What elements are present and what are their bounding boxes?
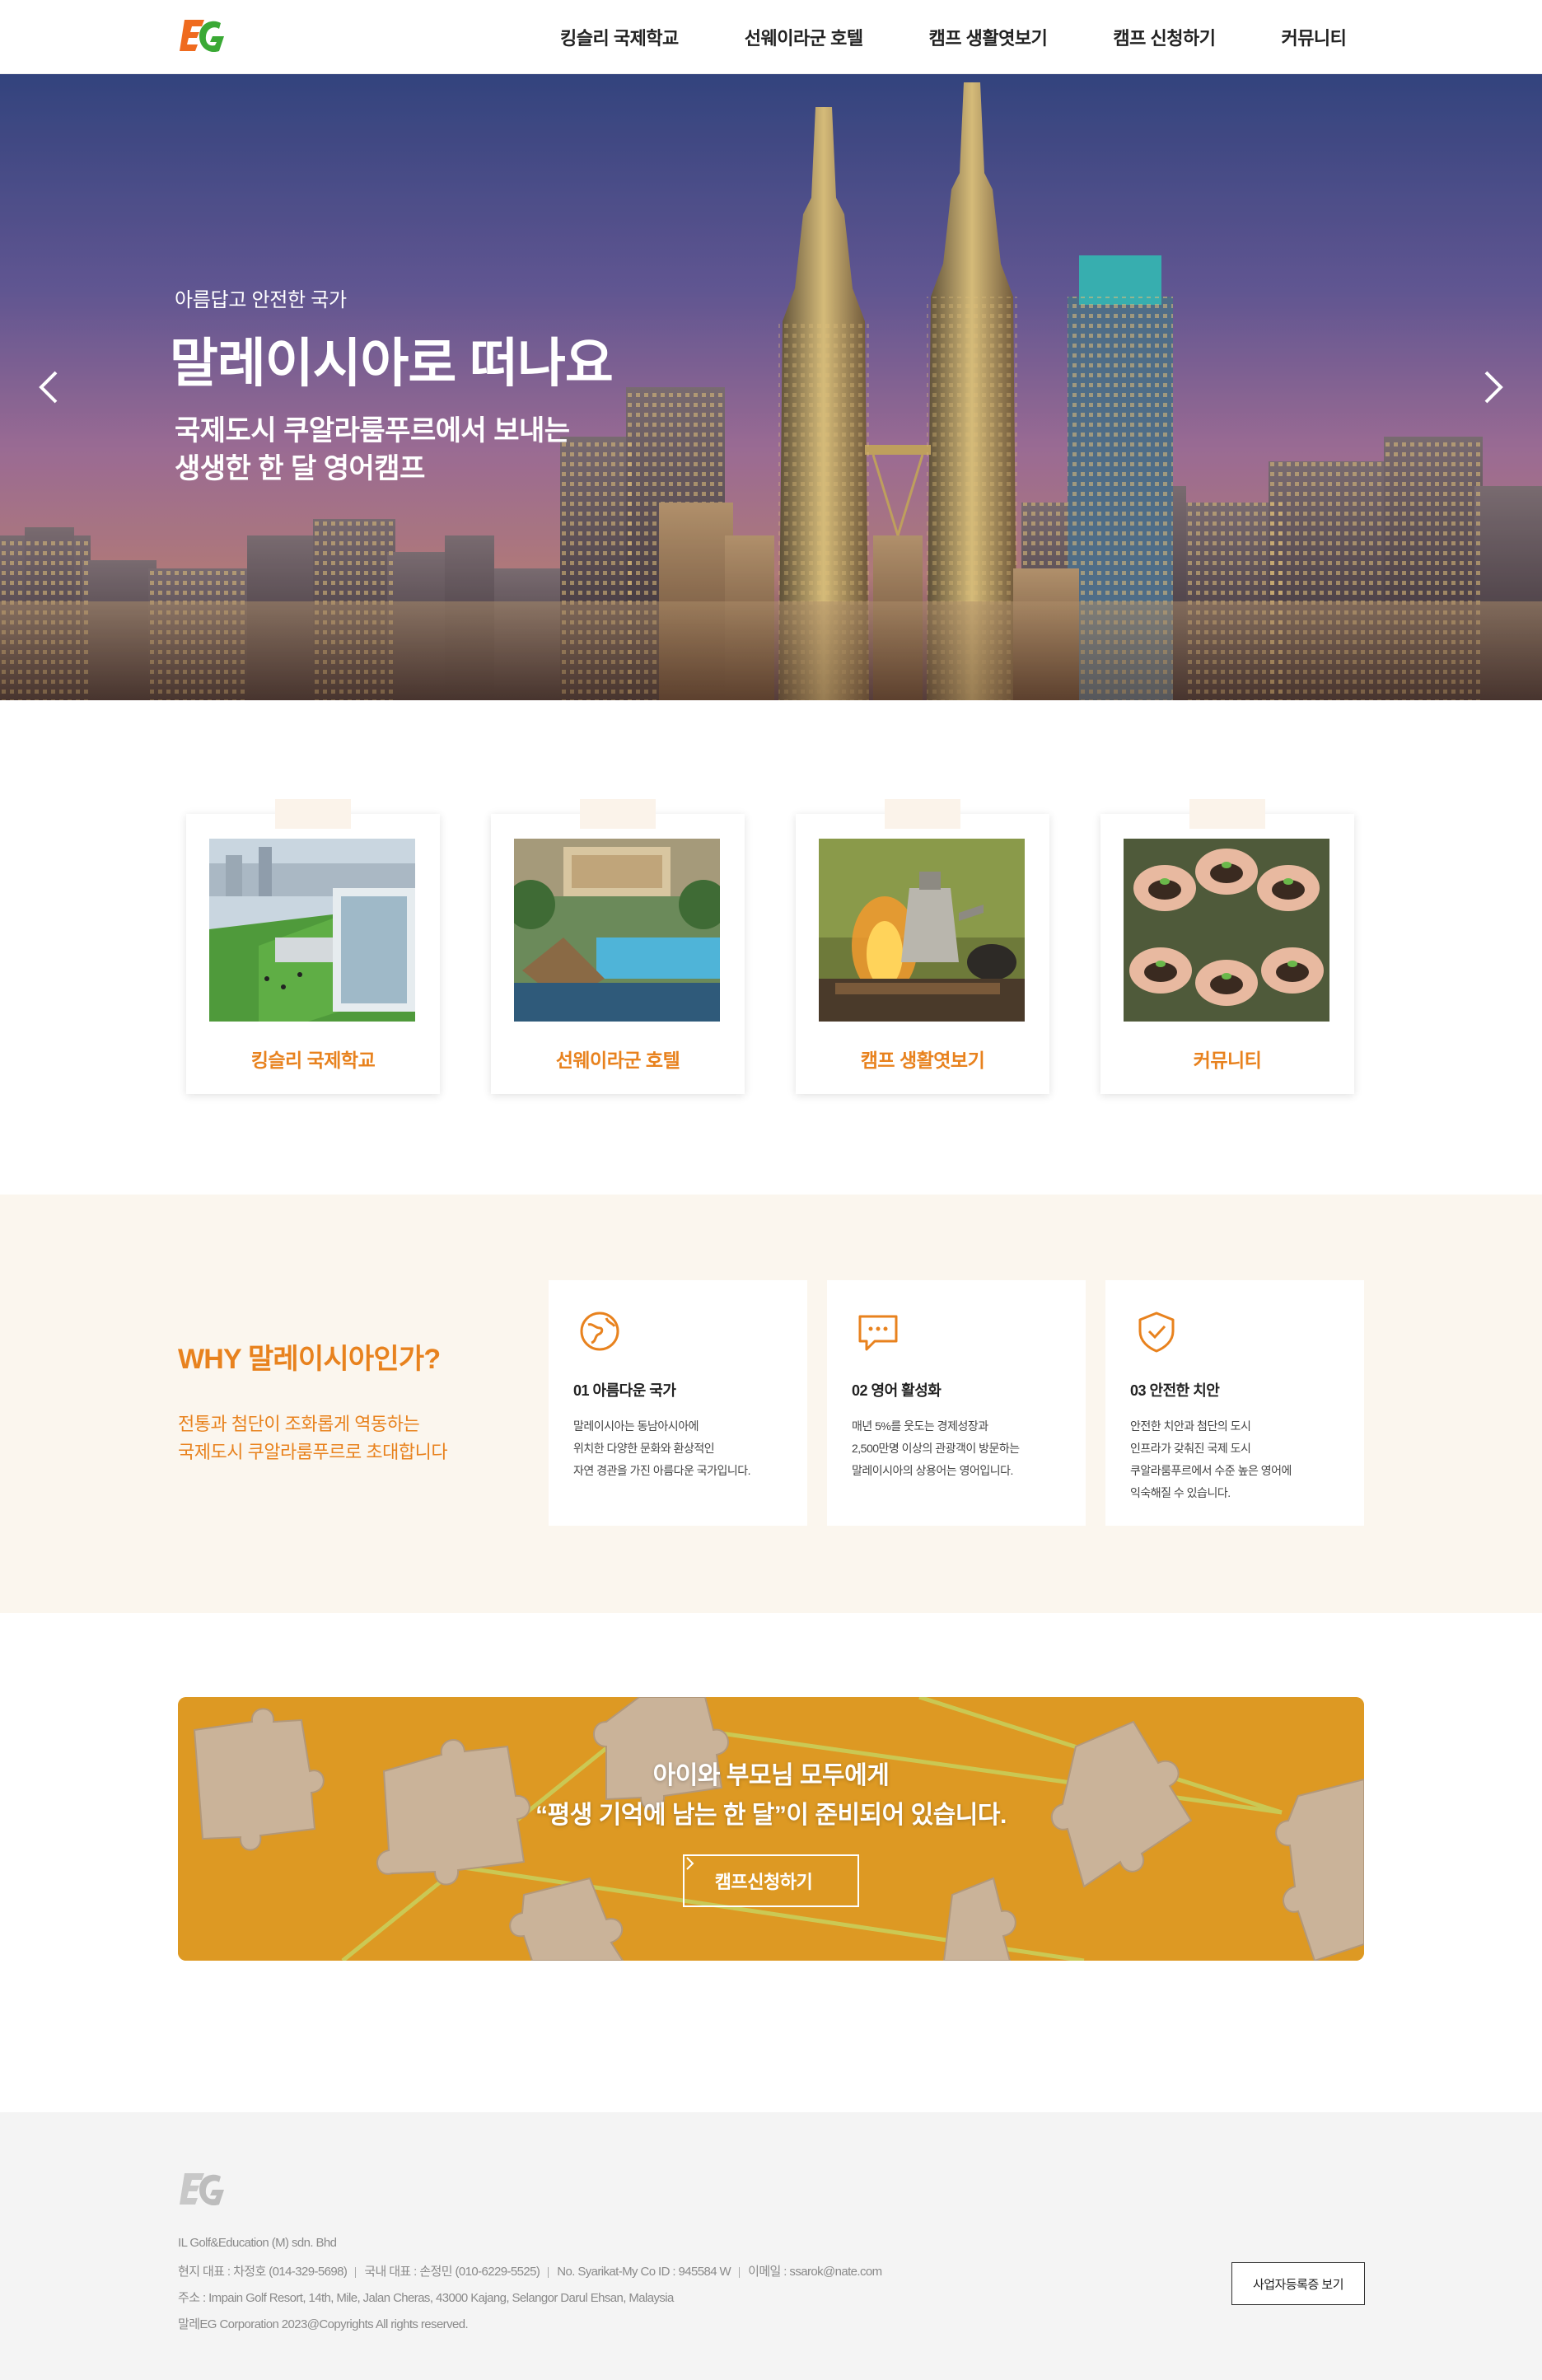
shield-check-icon [1133,1308,1180,1354]
main-nav: 킹슬리 국제학교 선웨이라군 호텔 캠프 생활엿보기 캠프 신청하기 커뮤니티 [527,0,1379,74]
divider [739,2266,741,2278]
lagoon-resort-photo [514,839,720,1022]
hero-prev-button[interactable] [30,362,71,412]
feature-line: 2,500만명 이상의 관광객이 방문하는 [852,1442,1020,1455]
camp-apply-button-label: 캠프신청하기 [714,1872,813,1892]
campfire-kettle-photo [819,839,1025,1022]
feature-title: 03 안전한 치안 [1130,1382,1220,1399]
feature-card-english: 02 영어 활성화 매년 5%를 웃도는 경제성장과 2,500만명 이상의 관… [827,1280,1086,1526]
banner-line-2: “평생 기억에 남는 한 달”이 준비되어 있습니다. [535,1802,1007,1829]
feature-line: 안전한 치안과 첨단의 도시 [1130,1419,1251,1433]
divider [355,2266,357,2278]
nav-item-community[interactable]: 커뮤니티 [1281,24,1346,50]
site-footer: IL Golf&Education (M) sdn. Bhd 현지 대표 : 차… [0,2112,1542,2380]
card-community[interactable]: 커뮤니티 [1100,799,1354,1094]
card-label: 커뮤니티 [1193,1050,1262,1071]
footer-korea-rep: 국내 대표 : 손정민 (010-6229-5525) [364,2265,540,2279]
feature-body: 말레이시아는 동남아시아에 위치한 다양한 문화와 환상적인 자연 경관을 가진… [573,1415,796,1482]
footer-contacts: 현지 대표 : 차정호 (014-329-5698) 국내 대표 : 손정민 (0… [178,2262,882,2279]
nav-item-camp-apply[interactable]: 캠프 신청하기 [1113,24,1216,50]
card-label: 선웨이라군 호텔 [555,1050,680,1071]
site-header: 킹슬리 국제학교 선웨이라군 호텔 캠프 생활엿보기 캠프 신청하기 커뮤니티 [0,0,1542,74]
divider [548,2266,549,2278]
why-description: 전통과 첨단이 조화롭게 역동하는 국제도시 쿠알라룸푸르로 초대합니다 [178,1410,524,1466]
card-camp-life[interactable]: 캠프 생활엿보기 [796,799,1049,1094]
why-desc-line-1: 전통과 첨단이 조화롭게 역동하는 [178,1414,420,1434]
feature-line: 쿠알라룸푸르에서 수준 높은 영어에 [1130,1464,1292,1477]
footer-logo [180,2168,231,2211]
why-heading: WHY 말레이시아인가? [178,1344,441,1375]
tape-decoration [580,799,656,829]
nav-item-kingsley[interactable]: 킹슬리 국제학교 [560,24,679,50]
feature-line: 말레이시아는 동남아시아에 [573,1419,699,1433]
feature-card-beautiful-country: 01 아름다운 국가 말레이시아는 동남아시아에 위치한 다양한 문화와 환상적… [549,1280,807,1526]
card-sunway-lagoon[interactable]: 선웨이라군 호텔 [491,799,745,1094]
feature-line: 매년 5%를 웃도는 경제성장과 [852,1419,988,1433]
hero-subtitle: 국제도시 쿠알라룸푸르에서 보내는 생생한 한 달 영어캠프 [175,412,751,488]
nav-item-camp-life[interactable]: 캠프 생활엿보기 [929,24,1048,50]
card-label: 캠프 생활엿보기 [860,1050,985,1071]
footer-address: 주소 : Impain Golf Resort, 14th, Mile, Jal… [178,2291,674,2305]
footer-copyright: 말레EG Corporation 2023@Copyrights All rig… [178,2317,469,2331]
feature-line: 말레이시아의 상용어는 영어입니다. [852,1464,1013,1477]
footer-company: IL Golf&Education (M) sdn. Bhd [178,2236,337,2250]
footer-company-id: No. Syarikat-My Co ID : 945584 W [557,2265,731,2279]
nav-item-sunway-lagoon[interactable]: 선웨이라군 호텔 [745,24,863,50]
business-registration-button[interactable]: 사업자등록증 보기 [1231,2262,1365,2305]
camp-apply-button[interactable]: 캠프신청하기 [683,1854,859,1907]
hero-title: 말레이시아로 떠나요 [170,334,614,393]
hands-seedlings-photo [1124,839,1329,1022]
card-label: 킹슬리 국제학교 [250,1050,376,1071]
chevron-left-icon [39,371,58,404]
feature-body: 매년 5%를 웃도는 경제성장과 2,500만명 이상의 관광객이 방문하는 말… [852,1415,1074,1482]
why-malaysia-section: WHY 말레이시아인가? 전통과 첨단이 조화롭게 역동하는 국제도시 쿠알라룸… [0,1195,1542,1613]
card-kingsley[interactable]: 킹슬리 국제학교 [186,799,440,1094]
feature-line: 인프라가 갖춰진 국제 도시 [1130,1442,1251,1455]
banner-line-1: 아이와 부모님 모두에게 [652,1762,890,1789]
hero-next-button[interactable] [1471,362,1512,412]
logo[interactable] [180,15,231,58]
tape-decoration [275,799,351,829]
hero-subtitle-line-2: 생생한 한 달 영어캠프 [175,453,425,484]
feature-card-safety: 03 안전한 치안 안전한 치안과 첨단의 도시 인프라가 갖춰진 국제 도시 … [1105,1280,1364,1526]
hero-subtitle-line-1: 국제도시 쿠알라룸푸르에서 보내는 [175,415,570,447]
tape-decoration [885,799,960,829]
footer-email[interactable]: 이메일 : ssarok@nate.com [748,2265,882,2279]
feature-line: 자연 경관을 가진 아름다운 국가입니다. [573,1464,751,1477]
globe-icon [577,1308,623,1354]
eg-logo-icon [180,20,224,53]
hero-slider: 아름답고 안전한 국가 말레이시아로 떠나요 국제도시 쿠알라룸푸르에서 보내는… [0,74,1542,700]
feature-title: 01 아름다운 국가 [573,1382,676,1399]
eg-logo-gray-icon [180,2173,224,2206]
feature-title: 02 영어 활성화 [852,1382,942,1399]
feature-line: 위치한 다양한 문화와 환상적인 [573,1442,715,1455]
quick-link-cards: 킹슬리 국제학교 선웨이라군 호텔 캠프 생활엿보기 커뮤니티 [186,799,1356,1097]
footer-local-rep: 현지 대표 : 차정호 (014-329-5698) [178,2265,348,2279]
chat-bubble-icon [855,1308,901,1354]
tape-decoration [1189,799,1265,829]
feature-body: 안전한 치안과 첨단의 도시 인프라가 갖춰진 국제 도시 쿠알라룸푸르에서 수… [1130,1415,1353,1504]
chevron-right-icon [1484,371,1503,404]
hero-eyebrow: 아름답고 안전한 국가 [175,289,347,311]
apply-banner: 아이와 부모님 모두에게 “평생 기억에 남는 한 달”이 준비되어 있습니다.… [178,1697,1364,1961]
feature-line: 익숙해질 수 있습니다. [1130,1486,1231,1499]
school-campus-photo [209,839,415,1022]
why-desc-line-2: 국제도시 쿠알라룸푸르로 초대합니다 [178,1442,448,1462]
